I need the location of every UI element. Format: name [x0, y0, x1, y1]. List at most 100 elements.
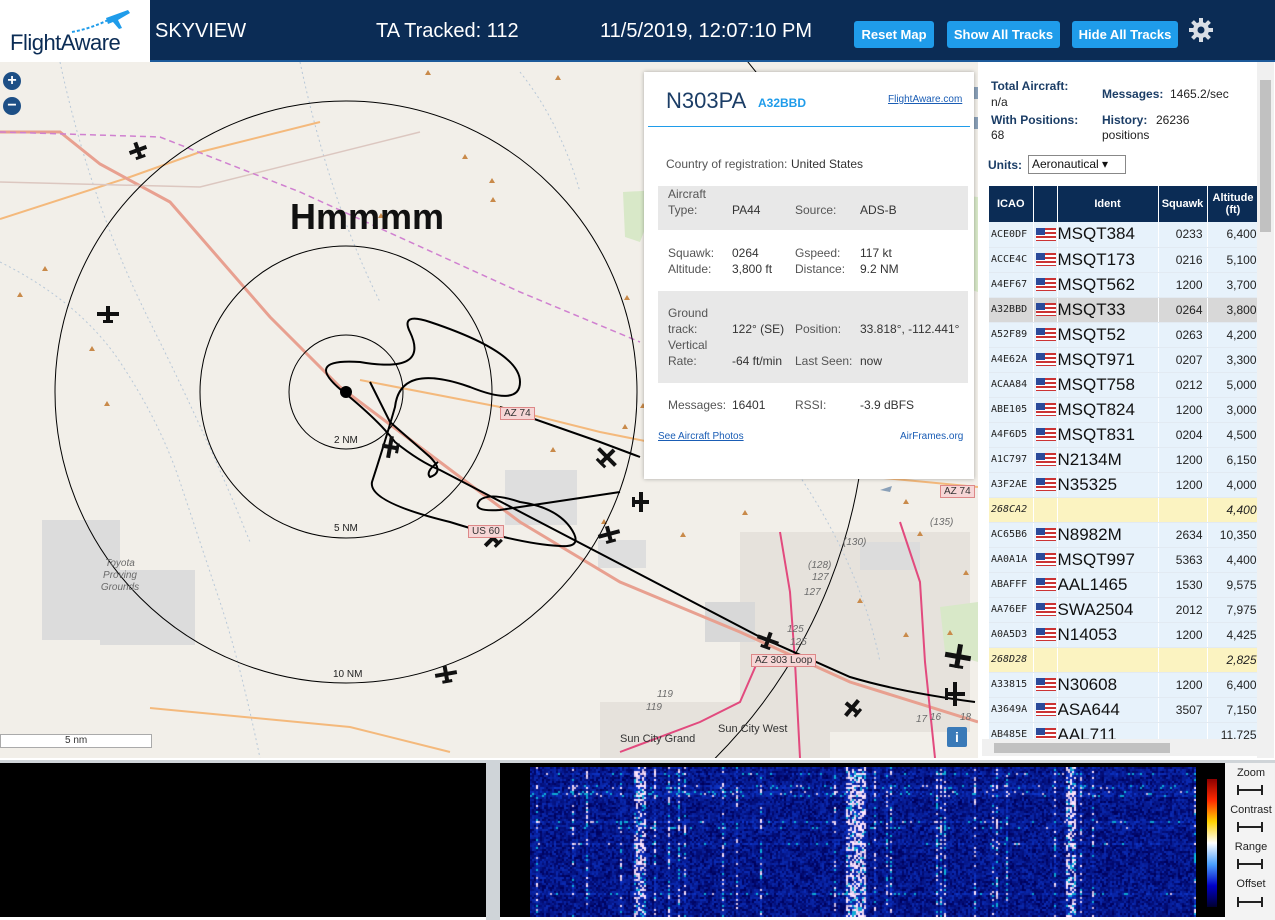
panel-separator[interactable] — [486, 763, 500, 920]
aircraft-info-popup: N303PA A32BBD FlightAware.com Country of… — [644, 72, 974, 479]
altitude-cell: 7,150 — [1207, 697, 1260, 723]
flightaware-logo[interactable]: FlightAware — [0, 0, 150, 62]
overlay-text: Hmmmm — [290, 196, 445, 237]
squawk-cell: 1200 — [1158, 622, 1208, 648]
waterfall-display[interactable] — [530, 767, 1196, 917]
info-icon[interactable]: i — [947, 727, 967, 747]
squawk-cell: 2012 — [1158, 597, 1208, 623]
table-row[interactable]: A33815 N30608 1200 6,400 — [989, 672, 1260, 698]
ident-cell: MSQT971 — [1057, 347, 1159, 373]
flag-cell — [1033, 447, 1058, 473]
table-row[interactable]: AA76EF SWA2504 2012 7,975 — [989, 597, 1260, 623]
table-row[interactable]: A52F89 MSQT52 0263 4,200 — [989, 322, 1260, 348]
icao-cell: 268CA2 — [989, 497, 1034, 523]
zoom-in-button[interactable]: + — [3, 72, 21, 90]
total-aircraft-value: n/a — [991, 95, 1008, 109]
table-row[interactable]: A32BBD MSQT33 0264 3,800 — [989, 297, 1260, 323]
scale-label: 5 nm — [65, 735, 88, 746]
table-row[interactable]: A4EF67 MSQT562 1200 3,700 — [989, 272, 1260, 298]
airframes-link[interactable]: AirFrames.org — [900, 431, 963, 442]
gear-icon[interactable] — [1188, 17, 1214, 43]
table-row[interactable]: A1C797 N2134M 1200 6,150 — [989, 447, 1260, 473]
hide-all-tracks-button[interactable]: Hide All Tracks — [1072, 21, 1178, 48]
spectrum-controls: Zoom Contrast Range Offset — [1225, 763, 1275, 920]
position-value: 33.818°, -112.441° — [860, 322, 960, 336]
table-row[interactable]: 268D28 2,825 — [989, 647, 1260, 673]
us-flag-icon — [1035, 252, 1056, 266]
gspeed-value: 117 kt — [860, 246, 892, 260]
col-header-ident[interactable]: Ident — [1057, 186, 1159, 222]
altitude-cell: 5,000 — [1207, 372, 1260, 398]
table-row[interactable]: ABAFFF AAL1465 1530 9,575 — [989, 572, 1260, 598]
place-sun-city-west: Sun City West — [718, 723, 788, 735]
reset-map-button[interactable]: Reset Map — [854, 21, 934, 48]
table-row[interactable]: ACE0DF MSQT384 0233 6,400 — [989, 222, 1260, 248]
ident-cell: N14053 — [1057, 622, 1159, 648]
col-header-icao[interactable]: ICAO — [989, 186, 1034, 222]
road-number: 127 — [812, 572, 829, 583]
units-select[interactable]: Aeronautical ▾ — [1028, 155, 1126, 174]
vertical-scrollbar[interactable] — [1257, 62, 1274, 758]
road-label-az74: AZ 74 — [500, 407, 535, 420]
road-number: 119 — [646, 702, 662, 713]
table-row[interactable]: ABE105 MSQT824 1200 3,000 — [989, 397, 1260, 423]
messages-rate-value: 1465.2/sec — [1170, 87, 1229, 101]
altitude-value: 3,800 ft — [732, 262, 773, 276]
flightaware-link[interactable]: FlightAware.com — [888, 94, 962, 105]
offset-slider[interactable] — [1237, 897, 1263, 907]
us-flag-icon — [1035, 277, 1056, 291]
table-row[interactable]: ACCE4C MSQT173 0216 5,100 — [989, 247, 1260, 273]
road-label-us60: US 60 — [468, 525, 504, 538]
col-header-flag[interactable] — [1033, 186, 1058, 222]
flag-cell — [1033, 372, 1058, 398]
table-row[interactable]: A4E62A MSQT971 0207 3,300 — [989, 347, 1260, 373]
gspeed-label: Gspeed: — [795, 246, 841, 260]
ident-cell: MSQT997 — [1057, 547, 1159, 573]
aircraft-photos-link[interactable]: See Aircraft Photos — [658, 431, 744, 442]
ground-track-label: track: — [668, 322, 698, 336]
us-flag-icon — [1035, 677, 1056, 691]
place-sun-city-grand: Sun City Grand — [620, 733, 696, 745]
altitude-cell: 4,000 — [1207, 472, 1260, 498]
us-flag-icon — [1035, 477, 1056, 491]
ident-cell: N35325 — [1057, 472, 1159, 498]
contrast-slider[interactable] — [1237, 822, 1263, 832]
range-slider[interactable] — [1237, 859, 1263, 869]
ident-cell: MSQT758 — [1057, 372, 1159, 398]
altitude-cell: 9,575 — [1207, 572, 1260, 598]
table-row[interactable]: ACAA84 MSQT758 0212 5,000 — [989, 372, 1260, 398]
table-row[interactable]: A4F6D5 MSQT831 0204 4,500 — [989, 422, 1260, 448]
squawk-cell: 5363 — [1158, 547, 1208, 573]
table-row[interactable]: AC65B6 N8982M 2634 10,350 — [989, 522, 1260, 548]
scroll-thumb[interactable] — [1260, 80, 1271, 232]
zoom-out-button[interactable]: − — [3, 97, 21, 115]
zoom-slider[interactable] — [1237, 785, 1263, 795]
icao-cell: ACCE4C — [989, 247, 1034, 273]
tracked-count: TA Tracked: 112 — [376, 20, 519, 42]
squawk-cell: 1200 — [1158, 397, 1208, 423]
aircraft-type-value: PA44 — [732, 203, 761, 217]
scroll-thumb[interactable] — [994, 743, 1170, 753]
table-row[interactable]: A0A5D3 N14053 1200 4,425 — [989, 622, 1260, 648]
table-row[interactable]: AA0A1A MSQT997 5363 4,400 — [989, 547, 1260, 573]
table-row[interactable]: A3649A ASA644 3507 7,150 — [989, 697, 1260, 723]
col-header-squawk[interactable]: Squawk — [1158, 186, 1208, 222]
horizontal-scrollbar[interactable] — [982, 739, 1257, 756]
table-row[interactable]: A3F2AE N35325 1200 4,000 — [989, 472, 1260, 498]
road-number: (135) — [930, 517, 954, 528]
flag-cell — [1033, 572, 1058, 598]
flag-cell — [1033, 522, 1058, 548]
ring-label-5nm: 5 NM — [334, 523, 358, 534]
flag-cell — [1033, 622, 1058, 648]
icao-cell: AC65B6 — [989, 522, 1034, 548]
col-header-altitude[interactable]: Altitude (ft) — [1207, 186, 1260, 222]
scale-bar: 5 nm — [0, 734, 152, 748]
messages-value: 16401 — [732, 398, 766, 412]
us-flag-icon — [1035, 627, 1056, 641]
road-number: 18 — [960, 712, 972, 723]
table-row[interactable]: 268CA2 4,400 — [989, 497, 1260, 523]
road-number: 17 — [916, 714, 928, 725]
squawk-cell: 0263 — [1158, 322, 1208, 348]
show-all-tracks-button[interactable]: Show All Tracks — [947, 21, 1060, 48]
ground-track-label: Ground — [668, 306, 709, 320]
